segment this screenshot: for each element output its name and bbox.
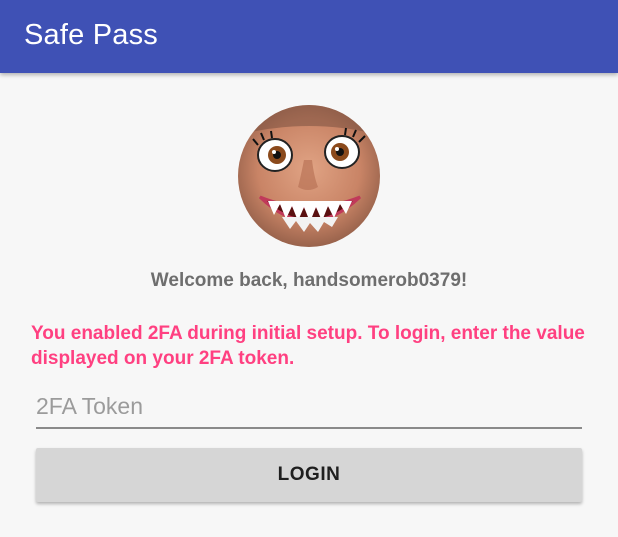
login-button[interactable]: LOGIN	[36, 448, 582, 502]
login-screen: Welcome back, handsomerob0379! You enabl…	[0, 73, 618, 537]
welcome-message: Welcome back, handsomerob0379!	[150, 270, 468, 291]
app-title: Safe Pass	[24, 19, 158, 51]
avatar-face-icon	[238, 105, 380, 247]
twofa-instructions: You enabled 2FA during initial setup. To…	[31, 323, 585, 369]
avatar	[238, 105, 380, 247]
app-bar: Safe Pass	[0, 0, 618, 73]
twofa-token-input[interactable]	[36, 385, 582, 429]
